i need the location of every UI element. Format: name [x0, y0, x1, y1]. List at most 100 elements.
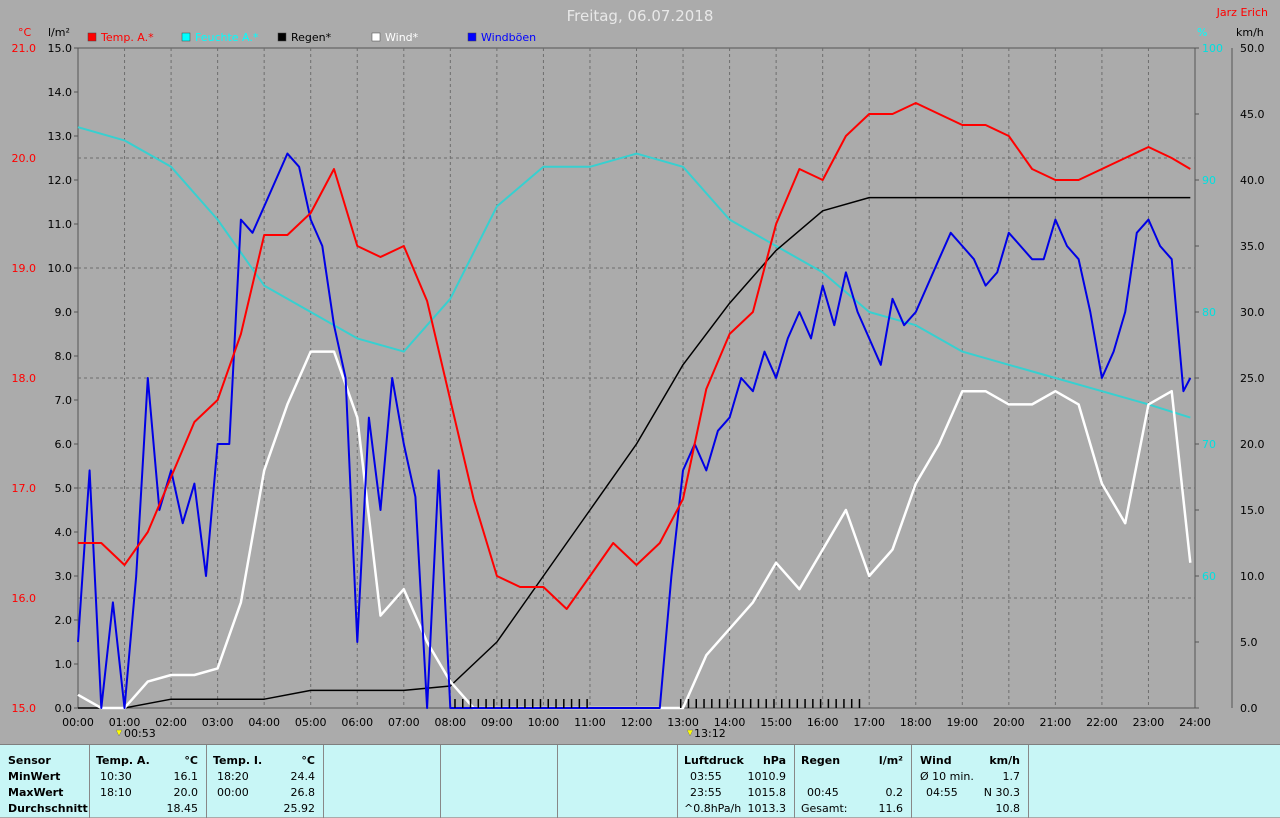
rain-tick-label: 1.0 — [55, 658, 73, 671]
row-label-min: MinWert — [8, 770, 61, 783]
rain-tick-label: 15.0 — [48, 42, 73, 55]
temp-i-unit: °C — [301, 754, 315, 767]
temp-i-max: 26.8 — [290, 786, 316, 799]
wind-unit: km/h — [989, 754, 1020, 767]
legend-label: Wind* — [385, 31, 419, 44]
rain-tick-label: 6.0 — [55, 438, 73, 451]
rain-tick-label: 2.0 — [55, 614, 73, 627]
sensor-header: Sensor — [8, 754, 51, 767]
weather-chart: Freitag, 06.07.2018 Jarz Erich °C l/m² %… — [12, 6, 1269, 740]
chart-title: Freitag, 06.07.2018 — [567, 7, 714, 25]
temp-a-avg: 18.45 — [166, 802, 199, 815]
wind-min: 1.7 — [1002, 770, 1021, 783]
x-tick-label: 11:00 — [574, 716, 606, 729]
temp-i-min: 24.4 — [290, 770, 316, 783]
hum-tick-label: 60 — [1202, 570, 1216, 583]
stats-panel-sensor: Sensor MinWert MaxWert Durchschnitt — [0, 745, 90, 818]
wind-unit-label: km/h — [1236, 26, 1264, 39]
temp-tick-label: 15.0 — [12, 702, 37, 715]
legend-label: Regen* — [291, 31, 332, 44]
temp-a-min-time: 10:30 — [100, 770, 132, 783]
x-tick-label: 02:00 — [155, 716, 187, 729]
rain-tick-label: 14.0 — [48, 86, 73, 99]
wind-tick-label: 15.0 — [1240, 504, 1265, 517]
hum-tick-label: 100 — [1202, 42, 1223, 55]
temp-a-header: Temp. A. — [96, 754, 150, 767]
stats-panel-empty-2 — [441, 745, 558, 818]
rain-max-time: 00:45 — [807, 786, 839, 799]
rain-header: Regen — [801, 754, 841, 767]
pressure-header: Luftdruck — [684, 754, 744, 767]
x-tick-label: 23:00 — [1133, 716, 1165, 729]
rain-tick-label: 7.0 — [55, 394, 73, 407]
x-tick-label: 19:00 — [946, 716, 978, 729]
hum-tick-label: 80 — [1202, 306, 1216, 319]
series-line-5 — [77, 152, 1192, 709]
pressure-avg: 1013.3 — [747, 802, 787, 815]
wind-tick-label: 10.0 — [1240, 570, 1265, 583]
grid — [77, 47, 1196, 709]
rain-tick-label: 13.0 — [48, 130, 73, 143]
temp-a-min: 16.1 — [173, 770, 199, 783]
wind-min-label: Ø 10 min. — [920, 770, 974, 783]
rain-unit-label: l/m² — [48, 26, 70, 39]
x-tick-label: 09:00 — [481, 716, 513, 729]
wind-tick-label: 40.0 — [1240, 174, 1265, 187]
marker-icon-1 — [115, 729, 123, 737]
rain-tick-label: 9.0 — [55, 306, 73, 319]
x-tick-label: 12:00 — [621, 716, 653, 729]
temp-i-avg: 25.92 — [283, 802, 316, 815]
x-tick-label: 15:00 — [760, 716, 792, 729]
row-label-max: MaxWert — [8, 786, 64, 799]
stats-panel-empty-3 — [558, 745, 678, 818]
x-tick-label: 04:00 — [248, 716, 280, 729]
temp-tick-label: 19.0 — [12, 262, 37, 275]
wind-max-time: 04:55 — [926, 786, 958, 799]
marker-label-1: 00:53 — [124, 727, 156, 740]
x-tick-label: 07:00 — [388, 716, 420, 729]
wind-tick-label: 20.0 — [1240, 438, 1265, 451]
series-line-1 — [78, 102, 1191, 610]
hum-unit-label: % — [1197, 26, 1207, 39]
row-label-avg: Durchschnitt — [8, 802, 88, 815]
wind-tick-label: 45.0 — [1240, 108, 1265, 121]
x-tick-label: 06:00 — [341, 716, 373, 729]
x-tick-label: 03:00 — [202, 716, 234, 729]
legend-swatch — [277, 32, 287, 42]
x-tick-label: 05:00 — [295, 716, 327, 729]
legend-swatch — [371, 32, 381, 42]
legend-swatch — [87, 32, 97, 42]
stats-panel-wind: Wind km/h Ø 10 min. 1.7 04:55 N 30.3 10.… — [912, 745, 1029, 818]
pressure-min-time: 03:55 — [690, 770, 722, 783]
rain-tick-label: 5.0 — [55, 482, 73, 495]
stats-table: Sensor MinWert MaxWert Durchschnitt Temp… — [0, 744, 1280, 818]
temp-unit-label: °C — [18, 26, 32, 39]
wind-tick-label: 0.0 — [1240, 702, 1258, 715]
x-tick-label: 08:00 — [434, 716, 466, 729]
series-layer — [77, 102, 1192, 710]
stats-panel-rain: Regen l/m² 00:45 0.2 Gesamt: 11.6 — [795, 745, 912, 818]
pressure-min: 1010.9 — [747, 770, 787, 783]
rain-tick-label: 3.0 — [55, 570, 73, 583]
rain-tick-label: 10.0 — [48, 262, 73, 275]
pressure-max-time: 23:55 — [690, 786, 722, 799]
rain-max: 0.2 — [885, 786, 904, 799]
wind-tick-label: 50.0 — [1240, 42, 1265, 55]
temp-a-unit: °C — [184, 754, 198, 767]
series-line-4 — [77, 350, 1192, 710]
rain-tick-label: 11.0 — [48, 218, 73, 231]
legend: Temp. A.* Feuchte A.* Regen* Wind* Windböen — [87, 31, 536, 44]
rain-tick-label: 12.0 — [48, 174, 73, 187]
legend-label: Windböen — [481, 31, 536, 44]
wind-header: Wind — [920, 754, 952, 767]
marker-icon-2 — [686, 729, 694, 737]
rain-tick-label: 8.0 — [55, 350, 73, 363]
temp-a-max-time: 18:10 — [100, 786, 132, 799]
wind-max: N 30.3 — [983, 786, 1020, 799]
rain-unit: l/m² — [878, 754, 903, 767]
x-tick-label: 00:00 — [62, 716, 94, 729]
temp-a-max: 20.0 — [173, 786, 199, 799]
x-tick-label: 20:00 — [993, 716, 1025, 729]
temp-tick-label: 18.0 — [12, 372, 37, 385]
legend-swatch — [467, 32, 477, 42]
